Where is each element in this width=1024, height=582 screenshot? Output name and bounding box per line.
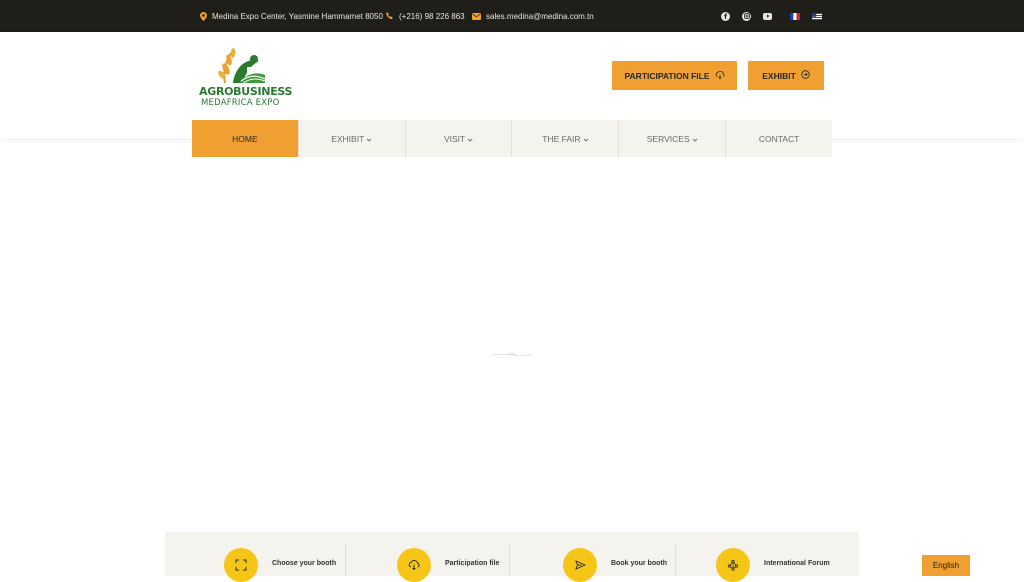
nav-item-label: EXHIBIT (331, 133, 365, 144)
feature-label: Choose your booth (272, 560, 337, 567)
main-nav: HOME EXHIBIT VISIT THE FAIR SERVICES CON… (192, 120, 832, 157)
exhibit-label: EXHIBIT (762, 70, 796, 81)
feature-choose-booth[interactable]: Choose your booth (165, 532, 345, 582)
chevron-down-icon (583, 134, 589, 144)
french-flag-icon[interactable] (790, 12, 800, 20)
nav-item-the-fair[interactable]: THE FAIR (512, 120, 620, 157)
nav-item-label: THE FAIR (542, 133, 581, 144)
email-text: sales.medina@medina.com.tn (486, 11, 594, 21)
social-links (721, 0, 822, 32)
feature-participation-file[interactable]: Participation file (346, 532, 509, 582)
instagram-icon[interactable] (742, 11, 751, 21)
chevron-down-icon (467, 134, 473, 144)
logo-word-agro: AGRO (199, 85, 234, 98)
us-flag-icon[interactable] (812, 12, 822, 20)
network-icon (716, 548, 750, 582)
phone-info[interactable]: (+216) 98 226 863 (386, 0, 465, 32)
top-bar: Medina Expo Center, Yasmine Hammamet 805… (0, 0, 1024, 32)
chevron-down-icon (366, 134, 372, 144)
address-info: Medina Expo Center, Yasmine Hammamet 805… (200, 0, 383, 32)
nav-item-label: HOME (232, 133, 258, 144)
logo-subtitle: MEDAFRICA EXPO (201, 98, 280, 108)
nav-item-visit[interactable]: VISIT (406, 120, 513, 157)
arrow-circle-right-icon (801, 70, 810, 81)
logo-word-business: BUSINESS (233, 85, 293, 98)
loading-spinner (490, 346, 534, 357)
cloud-download-icon (715, 70, 725, 81)
nav-item-contact[interactable]: CONTACT (726, 120, 832, 157)
facebook-icon[interactable] (721, 11, 730, 21)
logo-title: AGROBUSINESS (199, 85, 292, 98)
expand-icon (224, 548, 258, 582)
exhibit-button[interactable]: EXHIBIT (748, 61, 824, 90)
email-info[interactable]: sales.medina@medina.com.tn (472, 0, 594, 32)
language-switcher-label: English (932, 561, 960, 570)
feature-book-booth[interactable]: Book your booth (510, 532, 675, 582)
feature-label: International Forum (764, 560, 830, 567)
location-pin-icon (200, 11, 207, 21)
participation-file-label: PARTICIPATION FILE (624, 70, 710, 81)
nav-item-home[interactable]: HOME (192, 120, 299, 157)
nav-item-label: CONTACT (758, 133, 800, 144)
language-switcher[interactable]: English (922, 555, 970, 576)
cloud-download-icon (397, 548, 431, 582)
features-strip: Choose your booth Participation file Boo… (165, 532, 859, 582)
nav-item-exhibit[interactable]: EXHIBIT (299, 120, 406, 157)
send-icon (563, 548, 597, 582)
feature-label: Participation file (445, 560, 500, 567)
address-text: Medina Expo Center, Yasmine Hammamet 805… (212, 11, 383, 21)
nav-item-label: VISIT (443, 133, 466, 144)
phone-text: (+216) 98 226 863 (399, 11, 465, 21)
participation-file-button[interactable]: PARTICIPATION FILE (612, 61, 737, 90)
feature-label: Book your booth (611, 560, 667, 567)
chevron-down-icon (692, 134, 698, 144)
envelope-icon (472, 12, 481, 20)
youtube-icon[interactable] (763, 12, 772, 20)
feature-international-forum[interactable]: International Forum (676, 532, 859, 582)
nav-item-label: SERVICES (646, 133, 690, 144)
nav-item-services[interactable]: SERVICES (619, 120, 727, 157)
phone-icon (386, 12, 394, 20)
